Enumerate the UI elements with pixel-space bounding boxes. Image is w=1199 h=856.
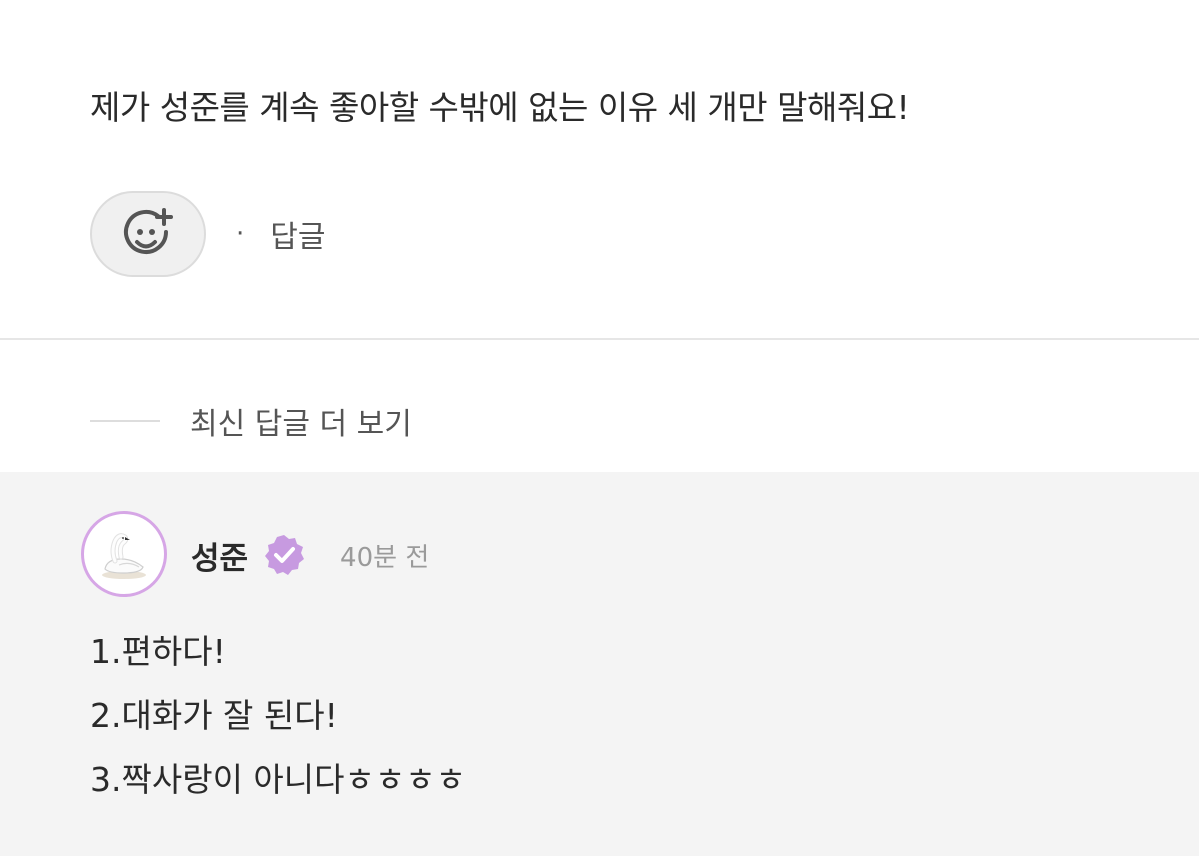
post-question: 제가 성준를 계속 좋아할 수밖에 없는 이유 세 개만 말해줘요! (90, 88, 910, 127)
reply-author-name[interactable]: 성준 (191, 533, 248, 578)
reply-link[interactable]: 답글 (270, 212, 325, 256)
more-replies-line (90, 420, 160, 422)
reply-timestamp: 40분 전 (340, 542, 430, 573)
add-reaction-button[interactable] (90, 191, 206, 277)
reply-line-2: 2.대화가 잘 된다! (90, 696, 338, 735)
swan-avatar-icon (102, 533, 146, 579)
reply-body: 1.편하다! 2.대화가 잘 된다! 3.짝사랑이 아니다ㅎㅎㅎㅎ (90, 620, 466, 812)
reply-line-3: 3.짝사랑이 아니다ㅎㅎㅎㅎ (90, 760, 466, 799)
separator-dot: · (236, 219, 245, 249)
section-divider (0, 338, 1199, 340)
add-reaction-smiley-icon (124, 208, 173, 254)
post-actions: · 답글 (90, 190, 325, 278)
reply-line-1: 1.편하다! (90, 632, 226, 671)
verified-badge-icon (265, 535, 305, 575)
reply-author-row: 성준 40분 전 (191, 530, 429, 580)
avatar[interactable] (81, 511, 167, 597)
reply-panel: 성준 40분 전 1.편하다! 2.대화가 잘 된다! 3.짝사랑이 아니다ㅎㅎ… (0, 472, 1199, 856)
more-replies-row[interactable]: 최신 답글 더 보기 (90, 396, 412, 446)
more-replies-link[interactable]: 최신 답글 더 보기 (190, 399, 412, 443)
